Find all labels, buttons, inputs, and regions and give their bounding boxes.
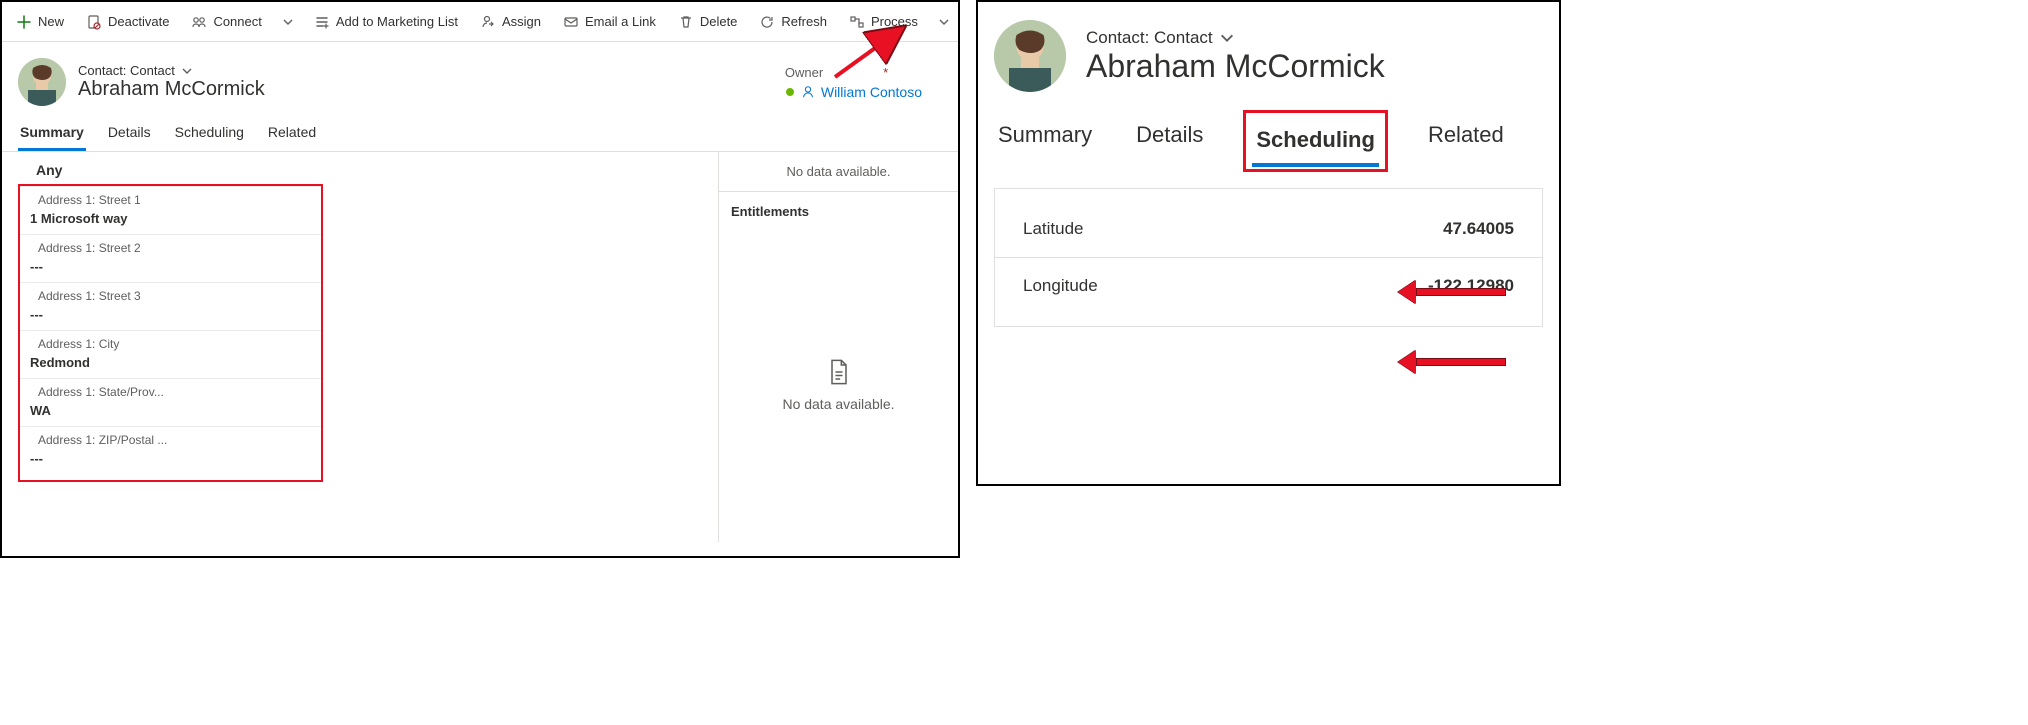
section-title-any: Any [18, 156, 710, 182]
field-value: --- [30, 305, 311, 326]
connect-icon [191, 14, 207, 30]
person-icon [801, 85, 815, 99]
contact-form-left-panel: New Deactivate Connect Add to Marketing … [0, 0, 960, 558]
entity-type-label-right: Contact: Contact [1086, 28, 1213, 48]
owner-block: Owner * William Contoso [785, 65, 942, 100]
connect-split-chevron[interactable] [276, 12, 300, 32]
field-value: Redmond [30, 353, 311, 374]
owner-lookup[interactable]: William Contoso [785, 84, 922, 100]
assign-icon [480, 14, 496, 30]
deactivate-button[interactable]: Deactivate [78, 10, 177, 34]
process-split-chevron[interactable] [932, 12, 956, 32]
connect-label: Connect [213, 14, 261, 29]
latitude-label: Latitude [1023, 219, 1084, 239]
field-city[interactable]: Address 1: City Redmond [20, 330, 321, 378]
refresh-button[interactable]: Refresh [751, 10, 835, 34]
tab-summary-right[interactable]: Summary [994, 110, 1096, 172]
record-header: Contact: Contact Abraham McCormick Owner… [2, 42, 958, 114]
process-button[interactable]: Process [841, 10, 926, 34]
add-to-marketing-button[interactable]: Add to Marketing List [306, 10, 466, 34]
process-icon [849, 14, 865, 30]
tab-details-right[interactable]: Details [1132, 110, 1207, 172]
right-side-column: No data available. Entitlements No data … [718, 152, 958, 542]
email-icon [563, 14, 579, 30]
tab-related-right[interactable]: Related [1424, 110, 1508, 172]
contact-avatar [18, 58, 66, 106]
email-link-button[interactable]: Email a Link [555, 10, 664, 34]
refresh-icon [759, 14, 775, 30]
entitlements-body: No data available. [719, 227, 958, 542]
refresh-label: Refresh [781, 14, 827, 29]
owner-name: William Contoso [821, 84, 922, 100]
deactivate-icon [86, 14, 102, 30]
connect-button[interactable]: Connect [183, 10, 269, 34]
field-label: Address 1: Street 3 [30, 285, 311, 305]
field-street1[interactable]: Address 1: Street 1 1 Microsoft way [20, 186, 321, 234]
presence-indicator [785, 87, 795, 97]
new-button[interactable]: New [8, 10, 72, 34]
address-highlight-box: Address 1: Street 1 1 Microsoft way Addr… [18, 184, 323, 482]
tab-scheduling[interactable]: Scheduling [173, 114, 246, 151]
delete-button[interactable]: Delete [670, 10, 746, 34]
form-body: Any Address 1: Street 1 1 Microsoft way … [2, 152, 958, 542]
owner-label: Owner [785, 65, 823, 80]
field-street2[interactable]: Address 1: Street 2 --- [20, 234, 321, 282]
email-link-label: Email a Link [585, 14, 656, 29]
nodata-top: No data available. [719, 152, 958, 191]
delete-icon [678, 14, 694, 30]
tab-related[interactable]: Related [266, 114, 318, 151]
entitlements-header: Entitlements [719, 192, 958, 227]
chevron-down-icon [1219, 30, 1235, 46]
record-name-right: Abraham McCormick [1086, 48, 1385, 85]
entity-type-selector-right[interactable]: Contact: Contact [1086, 28, 1385, 48]
tab-summary[interactable]: Summary [18, 114, 86, 151]
field-zip[interactable]: Address 1: ZIP/Postal ... --- [20, 426, 321, 474]
annotation-arrow-longitude [1398, 350, 1506, 374]
field-street3[interactable]: Address 1: Street 3 --- [20, 282, 321, 330]
scheduling-form-card: Latitude 47.64005 Longitude -122.12980 [994, 188, 1543, 327]
marketing-list-icon [314, 14, 330, 30]
longitude-label: Longitude [1023, 276, 1098, 296]
contact-form-right-panel: Contact: Contact Abraham McCormick Summa… [976, 0, 1561, 486]
latitude-row[interactable]: Latitude 47.64005 [995, 201, 1542, 258]
process-label: Process [871, 14, 918, 29]
contact-avatar-big [994, 20, 1066, 92]
add-to-marketing-label: Add to Marketing List [336, 14, 458, 29]
field-label: Address 1: Street 2 [30, 237, 311, 257]
form-tabs-left: Summary Details Scheduling Related [2, 114, 958, 152]
deactivate-label: Deactivate [108, 14, 169, 29]
field-label: Address 1: Street 1 [30, 189, 311, 209]
assign-button[interactable]: Assign [472, 10, 549, 34]
field-value: --- [30, 449, 311, 470]
entitlements-nodata: No data available. [782, 396, 894, 412]
assign-label: Assign [502, 14, 541, 29]
field-state[interactable]: Address 1: State/Prov... WA [20, 378, 321, 426]
field-label: Address 1: City [30, 333, 311, 353]
field-value: WA [30, 401, 311, 422]
document-icon [825, 358, 853, 386]
entity-type-label: Contact: Contact [78, 63, 175, 78]
command-bar: New Deactivate Connect Add to Marketing … [2, 2, 958, 42]
tab-scheduling-right[interactable]: Scheduling [1252, 115, 1379, 167]
field-value: 1 Microsoft way [30, 209, 311, 230]
longitude-row[interactable]: Longitude -122.12980 [995, 258, 1542, 314]
longitude-value: -122.12980 [1428, 276, 1514, 296]
form-tabs-right: Summary Details Scheduling Related [994, 110, 1543, 172]
plus-icon [16, 14, 32, 30]
new-label: New [38, 14, 64, 29]
record-name: Abraham McCormick [78, 78, 265, 101]
field-label: Address 1: State/Prov... [30, 381, 311, 401]
delete-label: Delete [700, 14, 738, 29]
tab-details[interactable]: Details [106, 114, 153, 151]
latitude-value: 47.64005 [1443, 219, 1514, 239]
scheduling-highlight-box: Scheduling [1243, 110, 1388, 172]
record-header-right: Contact: Contact Abraham McCormick [978, 2, 1559, 110]
field-label: Address 1: ZIP/Postal ... [30, 429, 311, 449]
field-value: --- [30, 257, 311, 278]
address-column: Any Address 1: Street 1 1 Microsoft way … [2, 152, 718, 542]
chevron-down-icon [181, 65, 193, 77]
entity-type-selector[interactable]: Contact: Contact [78, 63, 265, 78]
owner-required-asterisk: * [883, 65, 888, 80]
